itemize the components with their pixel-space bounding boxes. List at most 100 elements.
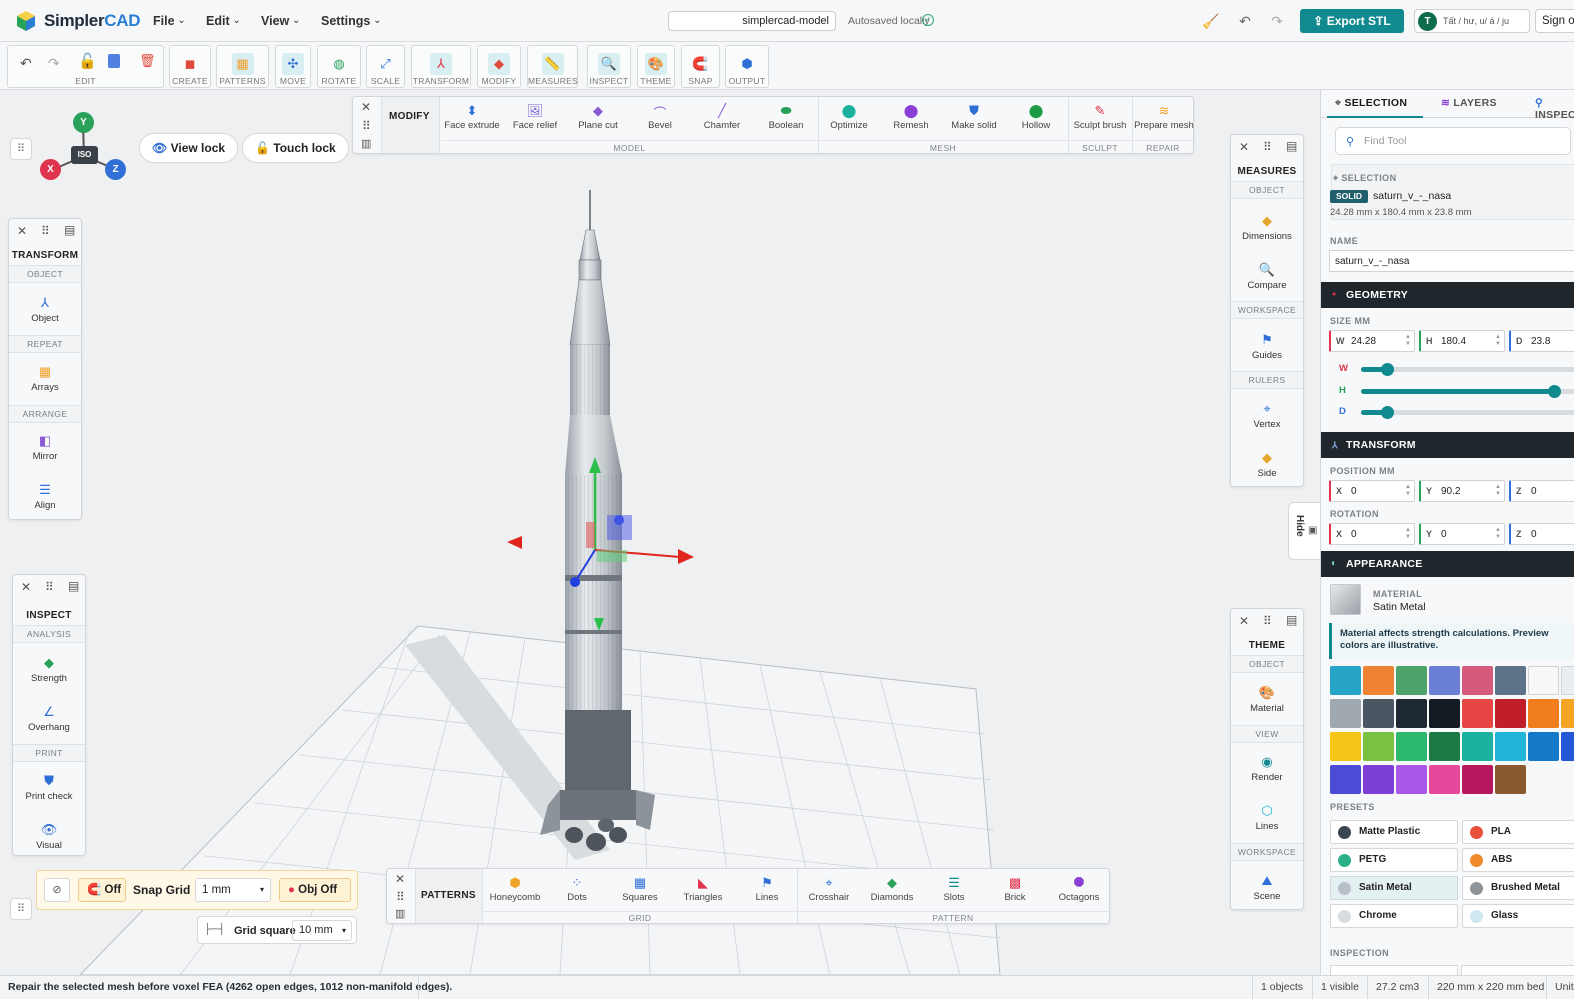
- rotation-x-field[interactable]: X 0 ▲ ▼: [1329, 523, 1415, 545]
- dock-icon[interactable]: ▤: [1286, 139, 1297, 153]
- axis-x-button[interactable]: X: [40, 159, 61, 180]
- color-swatch[interactable]: [1528, 699, 1559, 728]
- clean-brush-icon[interactable]: 🧹: [1202, 12, 1220, 30]
- tool-dots[interactable]: ⁘ Dots: [555, 875, 599, 903]
- ribbon-create[interactable]: ◼ CREATE: [169, 45, 211, 88]
- color-swatch[interactable]: [1363, 732, 1394, 761]
- duplicate-icon[interactable]: [108, 54, 120, 68]
- slider-d-track[interactable]: [1361, 406, 1574, 419]
- dock-icon[interactable]: ▥: [395, 907, 405, 920]
- tool-hollow[interactable]: ⬤ Hollow: [1011, 103, 1061, 131]
- geometry-header[interactable]: ● GEOMETRY: [1321, 282, 1574, 308]
- tool-octagons[interactable]: ⯃ Octagons: [1053, 875, 1105, 903]
- color-swatch[interactable]: [1561, 699, 1574, 728]
- color-swatch[interactable]: [1363, 666, 1394, 695]
- color-swatch[interactable]: [1462, 699, 1493, 728]
- export-stl-button[interactable]: ⇪ Export STL: [1300, 9, 1404, 33]
- color-swatch[interactable]: [1330, 765, 1361, 794]
- color-swatch[interactable]: [1363, 699, 1394, 728]
- spinner-icon[interactable]: ▲ ▼: [1495, 527, 1501, 541]
- tool-face-relief[interactable]: 🖼 Face relief: [505, 103, 565, 131]
- color-swatch[interactable]: [1396, 699, 1427, 728]
- tool-object[interactable]: ⅄ Object: [9, 295, 81, 324]
- dock-icon[interactable]: ▤: [68, 579, 79, 593]
- delete-icon[interactable]: 🗑: [139, 53, 156, 69]
- tool-honeycomb[interactable]: ⬢ Honeycomb: [487, 875, 543, 903]
- x-axis-arrow-neg[interactable]: [507, 536, 522, 549]
- tool-side[interactable]: ◆ Side: [1231, 450, 1303, 479]
- tool-vertex[interactable]: ⌖ Vertex: [1231, 401, 1303, 430]
- tool-crosshair[interactable]: ⌖ Crosshair: [803, 875, 855, 903]
- appearance-header[interactable]: ◐ APPEARANCE: [1321, 551, 1574, 577]
- ribbon-modify[interactable]: ◆ MODIFY: [477, 45, 521, 88]
- preset-petg[interactable]: PETG: [1330, 848, 1458, 872]
- slider-h-knob[interactable]: [1547, 385, 1561, 398]
- tab-selection[interactable]: ⌖ SELECTION: [1335, 97, 1407, 110]
- close-icon[interactable]: ✕: [17, 224, 27, 238]
- tool-render[interactable]: ◉ Render: [1231, 754, 1303, 783]
- preset-chrome[interactable]: Chrome: [1330, 904, 1458, 928]
- hide-eye-icon[interactable]: ⊘: [44, 878, 70, 902]
- ribbon-output[interactable]: ⬢ OUTPUT: [725, 45, 769, 88]
- drag-handle-icon[interactable]: ⠿: [10, 898, 32, 920]
- color-swatch[interactable]: [1363, 765, 1394, 794]
- tool-triangles[interactable]: ◣ Triangles: [677, 875, 729, 903]
- menu-file[interactable]: File: [153, 14, 186, 28]
- color-swatch[interactable]: [1396, 666, 1427, 695]
- tool-plane-cut[interactable]: ◆ Plane cut: [571, 103, 625, 131]
- close-icon[interactable]: ✕: [21, 580, 31, 594]
- ribbon-theme[interactable]: 🎨 THEME: [637, 45, 675, 88]
- axis-y-button[interactable]: Y: [73, 112, 94, 133]
- drag-handle-icon[interactable]: ⠿: [396, 890, 405, 904]
- tool-overhang[interactable]: ∠ Overhang: [13, 704, 85, 733]
- tool-print-check[interactable]: ⛊ Print check: [13, 773, 85, 802]
- ribbon-rotate[interactable]: ◍ ROTATE: [317, 45, 361, 88]
- close-icon[interactable]: ✕: [1239, 614, 1249, 628]
- position-x-field[interactable]: X 0 ▲ ▼: [1329, 480, 1415, 502]
- size-h-field[interactable]: H 180.4 ▲ ▼: [1419, 330, 1505, 352]
- drag-handle-icon[interactable]: ⠿: [1263, 614, 1272, 628]
- iso-view-button[interactable]: ISO: [71, 146, 98, 164]
- tool-align[interactable]: ☰ Align: [9, 482, 81, 511]
- color-swatch[interactable]: [1561, 732, 1574, 761]
- color-swatch[interactable]: [1396, 732, 1427, 761]
- spinner-icon[interactable]: ▲ ▼: [1405, 527, 1411, 541]
- inspection-item[interactable]: [1461, 965, 1574, 975]
- preset-matte-plastic[interactable]: Matte Plastic: [1330, 820, 1458, 844]
- tool-mirror[interactable]: ◧ Mirror: [9, 433, 81, 462]
- close-icon[interactable]: ✕: [1239, 140, 1249, 154]
- tool-arrays[interactable]: ▦ Arrays: [9, 364, 81, 393]
- preset-glass[interactable]: Glass: [1462, 904, 1574, 928]
- ribbon-snap[interactable]: 🧲 SNAP: [681, 45, 720, 88]
- color-swatch[interactable]: [1561, 666, 1574, 695]
- color-swatch[interactable]: [1528, 732, 1559, 761]
- tab-layers[interactable]: ≋ LAYERS: [1441, 97, 1497, 109]
- position-z-field[interactable]: Z0: [1509, 480, 1574, 502]
- grid-square-select[interactable]: 10 mm ▾: [292, 920, 352, 941]
- drag-handle-icon[interactable]: ⠿: [10, 138, 32, 160]
- color-swatch[interactable]: [1495, 699, 1526, 728]
- color-swatch[interactable]: [1330, 699, 1361, 728]
- undo-icon[interactable]: ↶: [1236, 12, 1254, 30]
- tool-diamonds[interactable]: ◆ Diamonds: [865, 875, 919, 903]
- color-swatch[interactable]: [1429, 765, 1460, 794]
- drag-handle-icon[interactable]: ⠿: [41, 224, 50, 238]
- color-swatch[interactable]: [1462, 666, 1493, 695]
- slider-h-track[interactable]: [1361, 385, 1574, 398]
- tool-bevel[interactable]: ⌒ Bevel: [635, 103, 685, 131]
- tool-dimensions[interactable]: ◆ Dimensions: [1231, 213, 1303, 242]
- z-axis-handle[interactable]: [570, 577, 580, 587]
- hide-panels-tab[interactable]: Hide ▣: [1288, 502, 1320, 560]
- color-swatch[interactable]: [1528, 666, 1559, 695]
- color-swatch[interactable]: [1330, 666, 1361, 695]
- spinner-icon[interactable]: ▲ ▼: [1405, 334, 1411, 348]
- tool-material[interactable]: 🎨 Material: [1231, 685, 1303, 714]
- preset-brushed-metal[interactable]: Brushed Metal: [1462, 876, 1574, 900]
- dock-icon[interactable]: ▤: [1286, 613, 1297, 627]
- view-lock-button[interactable]: 👁 View lock: [139, 133, 239, 163]
- touch-lock-button[interactable]: 🔓 Touch lock: [242, 133, 349, 163]
- object-name-field[interactable]: saturn_v_-_nasa: [1329, 250, 1574, 272]
- spinner-icon[interactable]: ▲ ▼: [1405, 484, 1411, 498]
- color-swatch[interactable]: [1429, 666, 1460, 695]
- redo-icon[interactable]: ↷: [48, 55, 60, 72]
